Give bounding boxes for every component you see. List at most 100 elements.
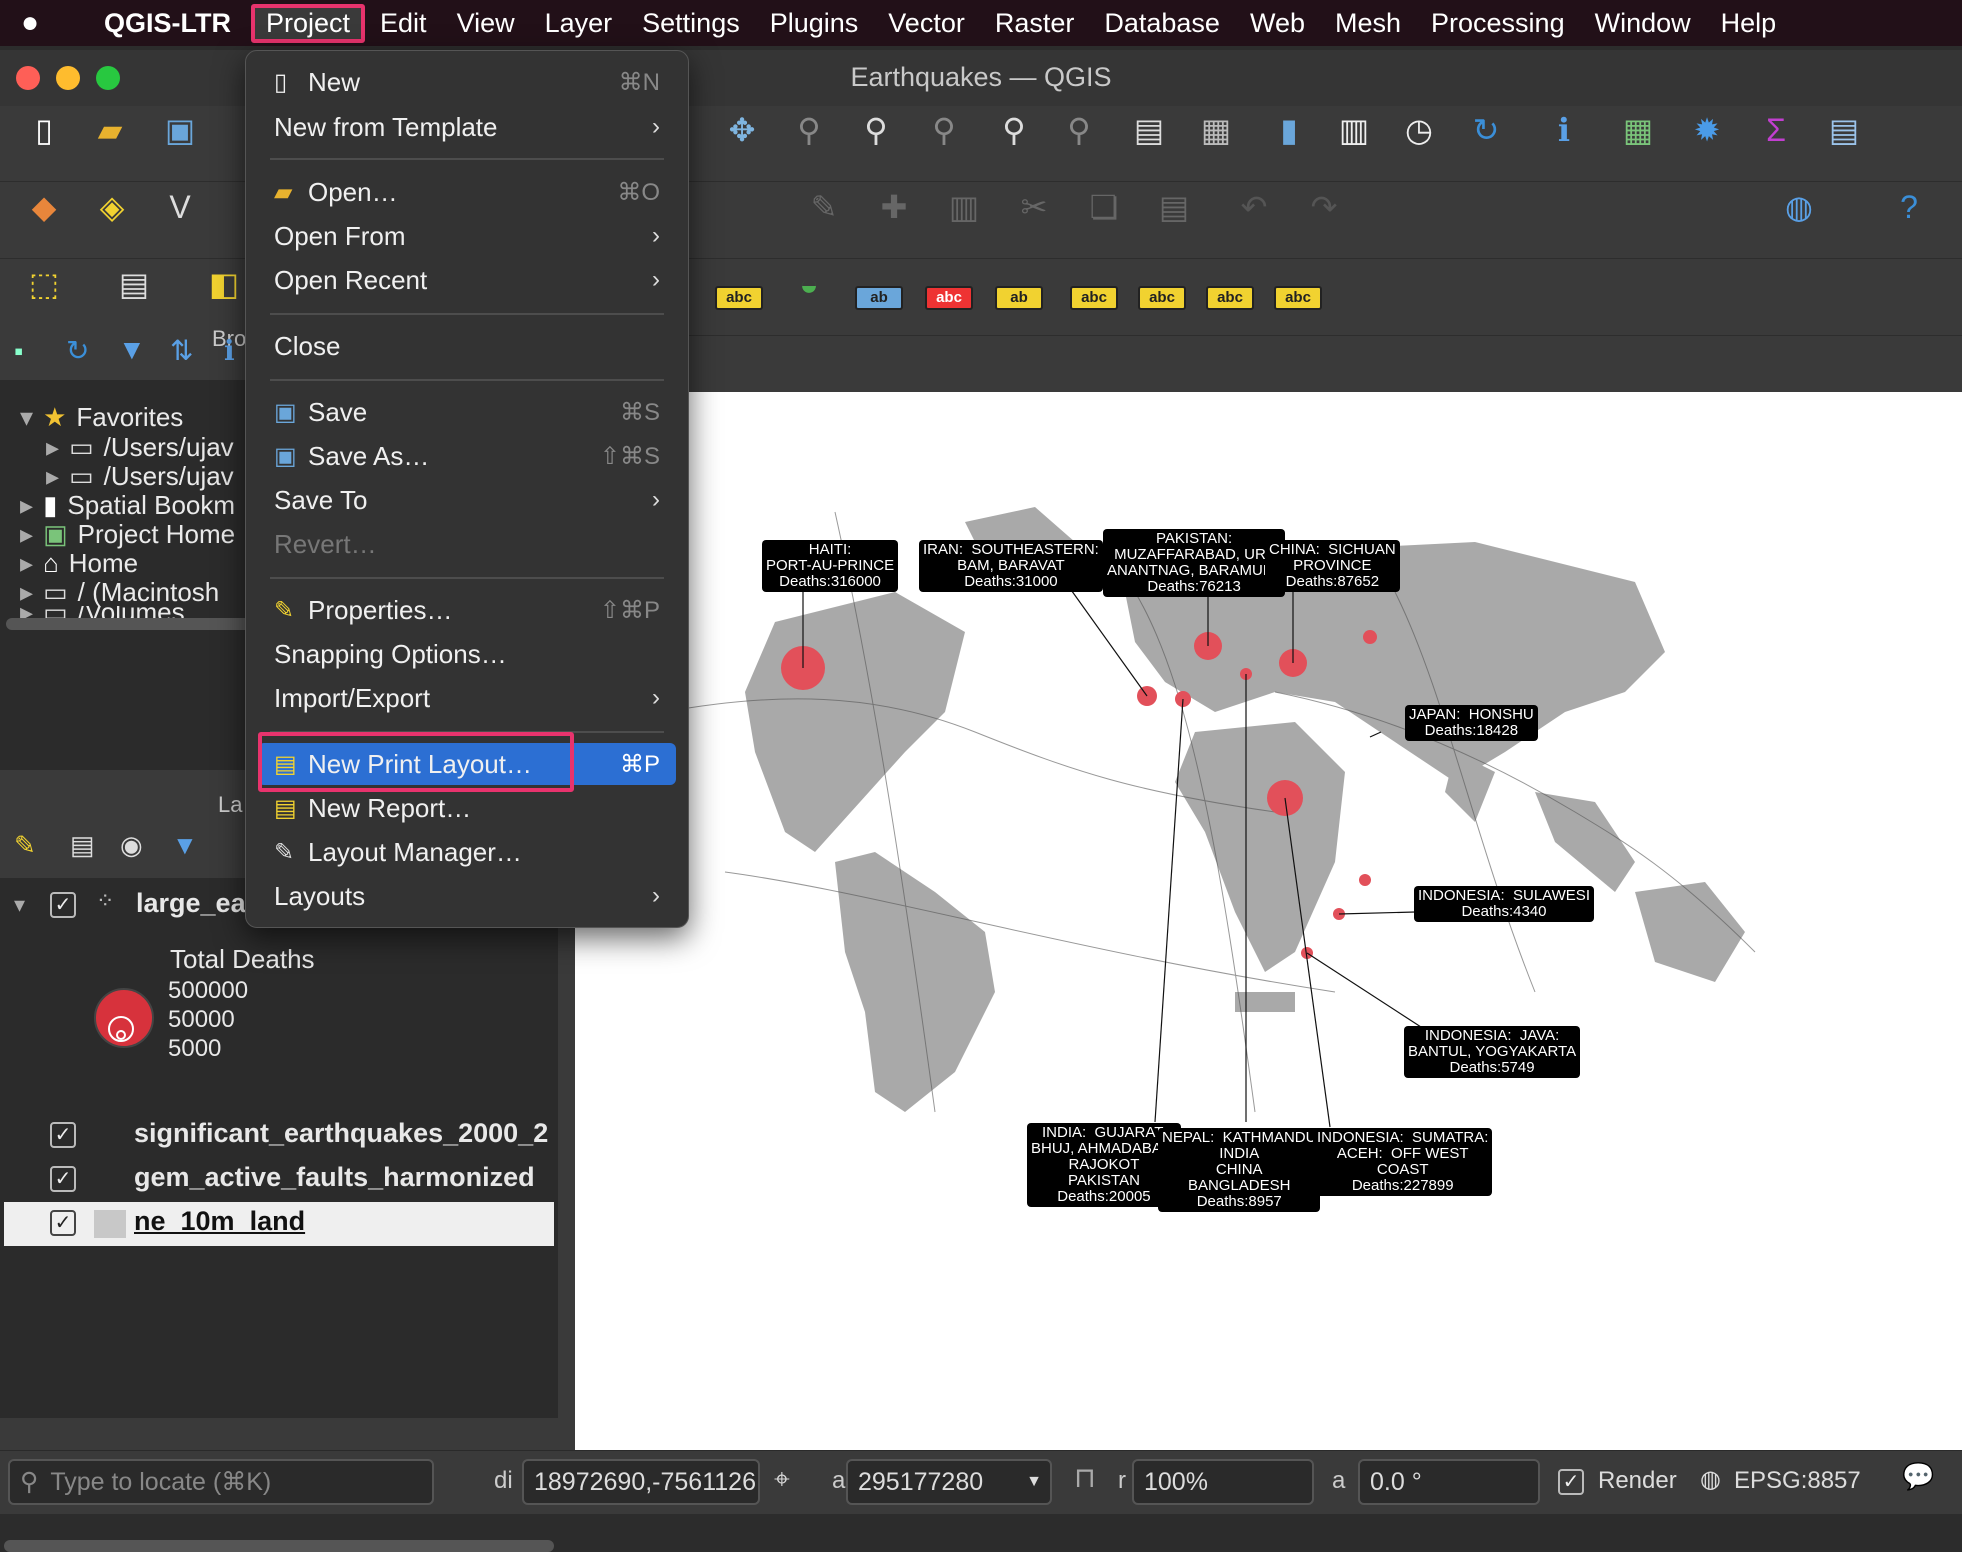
magnifier-spinbox[interactable]: 100% (1132, 1459, 1314, 1505)
menu-item-open-recent[interactable]: Open Recent › (258, 259, 676, 301)
browser-item-project-home[interactable]: ▸ ▣ Project Home (20, 519, 235, 550)
vertex-tool-icon[interactable]: V (156, 183, 204, 231)
menu-item-open[interactable]: ▰ Open… ⌘O (258, 171, 676, 213)
digitize-icon[interactable]: ✎ (800, 183, 848, 231)
browser-item-volumes[interactable]: ▸▭/Volumes (20, 606, 185, 618)
expand-arrow-icon[interactable]: ▸ (46, 432, 59, 463)
collapse-all-icon[interactable]: ⇅ (170, 334, 193, 367)
menu-vector[interactable]: Vector (873, 4, 980, 43)
show-hide-label-icon[interactable]: ab (995, 286, 1043, 310)
menu-item-save-to[interactable]: Save To › (258, 479, 676, 521)
save-project-icon[interactable]: ▣ (156, 106, 204, 154)
rotation-spinbox[interactable]: 0.0 ° (1358, 1459, 1540, 1505)
copy-icon[interactable]: ❏ (1080, 183, 1128, 231)
browser-item-user-folder-1[interactable]: ▸ ▭/Users/ujav (46, 432, 234, 463)
expand-arrow-icon[interactable]: ▾ (20, 402, 33, 433)
undo-icon[interactable]: ↶ (1230, 183, 1278, 231)
layer-active-faults[interactable]: gem_active_faults_harmonized (134, 1162, 535, 1193)
menu-settings[interactable]: Settings (627, 4, 755, 43)
select-features-icon[interactable]: ⬚ (20, 260, 68, 308)
change-label-icon[interactable]: abc (1274, 286, 1322, 310)
layer-checkbox-significant-earthquakes[interactable]: ✓ (50, 1122, 76, 1148)
menu-item-save[interactable]: ▣ Save ⌘S (258, 391, 676, 433)
rotate-label-icon[interactable]: abc (1206, 286, 1254, 310)
select-by-value-icon[interactable]: ▤ (110, 260, 158, 308)
menu-item-properties[interactable]: ✎ Properties… ⇧⌘P (258, 589, 676, 631)
identify-icon[interactable]: ℹ (1540, 106, 1588, 154)
layer-checkbox-land[interactable]: ✓ (50, 1210, 76, 1236)
style-manager-icon[interactable]: ✎ (14, 830, 36, 861)
zoom-native-icon[interactable]: ⚲ (920, 106, 968, 154)
menu-item-new[interactable]: ▯ New ⌘N (258, 61, 676, 103)
diagram-tool-icon[interactable]: ◒ (785, 260, 833, 308)
add-feature-icon[interactable]: ✚ (870, 183, 918, 231)
label-tool-icon[interactable]: abc (715, 286, 763, 310)
layer-large-earthquakes[interactable]: large_ea (136, 888, 246, 919)
browser-item-favorites[interactable]: ▾ ★ Favorites (20, 402, 183, 433)
crs-button[interactable]: EPSG:8857 (1734, 1467, 1861, 1495)
selected-layer-row[interactable]: ✓ ne_10m_land (4, 1202, 554, 1246)
apple-icon[interactable]: ● (0, 6, 60, 40)
menu-project[interactable]: Project (250, 3, 366, 43)
toggle-extents-icon[interactable]: ⌖ (774, 1463, 790, 1496)
menu-edit[interactable]: Edit (365, 4, 442, 43)
move-label-icon[interactable]: abc (1138, 286, 1186, 310)
coordinate-field[interactable]: 18972690,-7561126 (522, 1459, 760, 1505)
menu-window[interactable]: Window (1580, 4, 1706, 43)
open-project-icon[interactable]: ▰ (86, 106, 134, 154)
menu-item-snapping-options[interactable]: Snapping Options… (258, 633, 676, 675)
layers-scrollbar[interactable] (4, 1540, 554, 1552)
menu-item-new-from-template[interactable]: New from Template › (258, 106, 676, 148)
menu-item-close[interactable]: Close (258, 325, 676, 367)
menu-database[interactable]: Database (1089, 4, 1235, 43)
menu-item-open-from[interactable]: Open From › (258, 215, 676, 257)
clock-icon[interactable]: ◷ (1395, 106, 1443, 154)
pan-to-selection-icon[interactable]: ✥ (718, 106, 766, 154)
preview-label-icon[interactable]: abc (1070, 286, 1118, 310)
highlight-label-icon[interactable]: abc (925, 286, 973, 310)
attributes-icon[interactable]: ▦ (1614, 106, 1662, 154)
browser-item-root[interactable]: ▸ ▭ / (Macintosh (20, 577, 219, 608)
menu-item-new-print-layout[interactable]: ▤ New Print Layout… ⌘P (258, 743, 676, 785)
pin-label-icon[interactable]: ab (855, 286, 903, 310)
expand-arrow-icon[interactable]: ▸ (20, 490, 33, 521)
delete-icon[interactable]: ▥ (940, 183, 988, 231)
menu-raster[interactable]: Raster (980, 4, 1090, 43)
expand-arrow-icon[interactable]: ▸ (20, 577, 33, 608)
layer-checkbox-active-faults[interactable]: ✓ (50, 1166, 76, 1192)
app-menu[interactable]: QGIS-LTR (104, 8, 231, 39)
expand-arrow-icon[interactable]: ▸ (20, 519, 33, 550)
menu-help[interactable]: Help (1706, 4, 1792, 43)
zoom-in-icon[interactable]: ⚲ (785, 106, 833, 154)
menu-view[interactable]: View (442, 4, 530, 43)
show-bookmarks-icon[interactable]: ▦ (1192, 106, 1240, 154)
add-group-icon[interactable]: ▤ (70, 830, 95, 861)
help-icon[interactable]: ? (1885, 183, 1933, 231)
layer-checkbox-large-earthquakes[interactable]: ✓ (50, 892, 76, 918)
refresh-browser-icon[interactable]: ↻ (66, 334, 89, 367)
menu-item-import-export[interactable]: Import/Export › (258, 677, 676, 719)
zoom-last-icon[interactable]: ⚲ (990, 106, 1038, 154)
add-selected-icon[interactable]: ▪ (14, 336, 23, 367)
redo-icon[interactable]: ↷ (1300, 183, 1348, 231)
zoom-next-icon[interactable]: ⚲ (1055, 106, 1103, 154)
layer-significant-earthquakes[interactable]: significant_earthquakes_2000_2 (134, 1118, 548, 1149)
lock-scale-icon[interactable]: ⊓ (1074, 1461, 1096, 1494)
menu-mesh[interactable]: Mesh (1320, 4, 1416, 43)
messages-icon[interactable]: 💬 (1902, 1461, 1934, 1492)
new-shapefile-icon[interactable]: ◆ (20, 183, 68, 231)
paste-icon[interactable]: ▤ (1150, 183, 1198, 231)
menu-item-new-report[interactable]: ▤ New Report… (258, 787, 676, 829)
zoom-out-icon[interactable]: ⚲ (852, 106, 900, 154)
deselect-icon[interactable]: ◧ (200, 260, 248, 308)
menu-item-save-as[interactable]: ▣ Save As… ⇧⌘S (258, 435, 676, 477)
metasearch-globe-icon[interactable]: ◍ (1775, 183, 1823, 231)
temporal-controller-icon[interactable]: ▮ (1265, 106, 1313, 154)
menu-item-layout-manager[interactable]: ✎ Layout Manager… (258, 831, 676, 873)
menu-plugins[interactable]: Plugins (755, 4, 874, 43)
expand-arrow-icon[interactable]: ▸ (20, 548, 33, 579)
properties-info-icon[interactable]: ℹ (224, 334, 235, 367)
map-canvas[interactable]: HAITI: PORT-AU-PRINCE Deaths:316000 IRAN… (575, 392, 1962, 1452)
expand-arrow-icon[interactable]: ▾ (14, 892, 25, 918)
menu-item-layouts[interactable]: Layouts › (258, 875, 676, 917)
